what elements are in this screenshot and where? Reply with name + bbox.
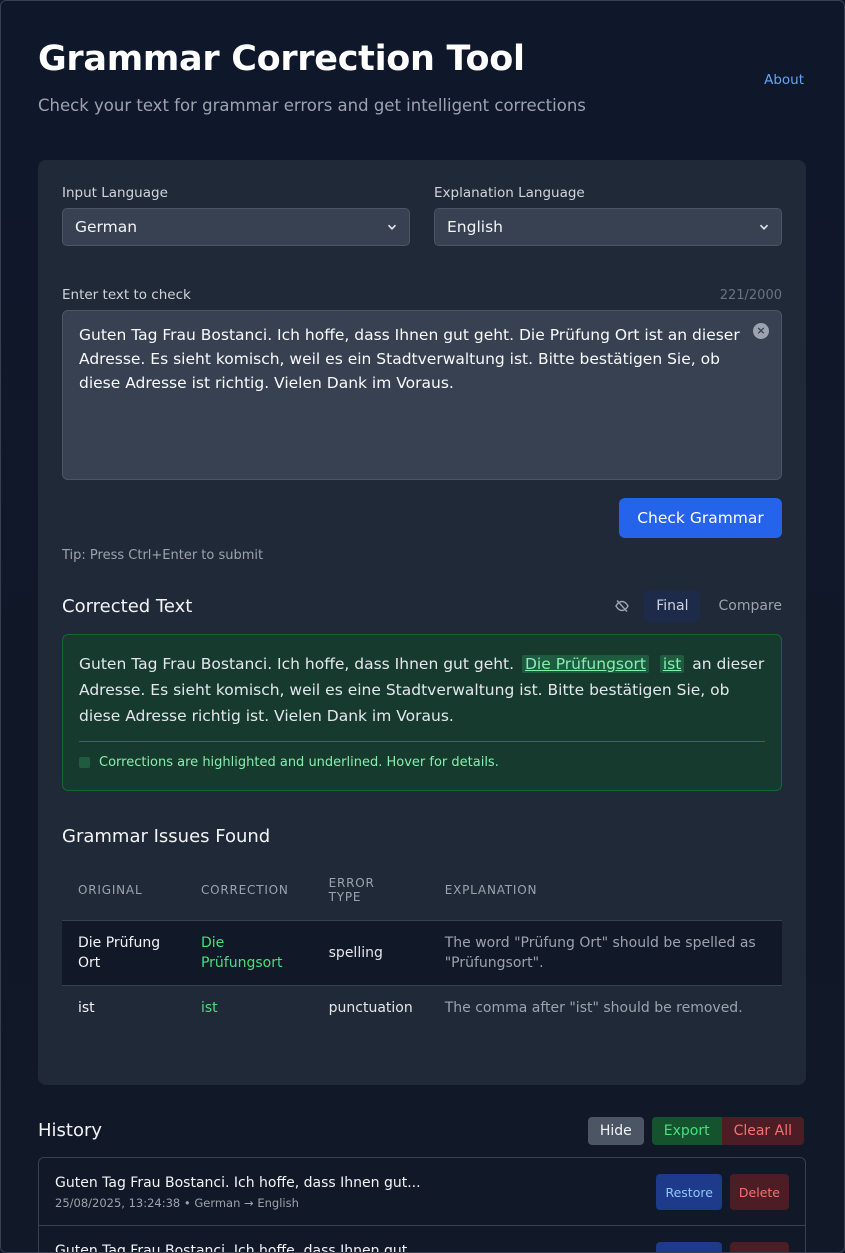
issues-title: Grammar Issues Found	[62, 826, 271, 847]
view-controls: Final Compare	[606, 590, 794, 622]
clear-all-button[interactable]: Clear All	[721, 1117, 804, 1145]
page-title: Grammar Correction Tool	[38, 39, 525, 79]
corrected-segment: Guten Tag Frau Bostanci. Ich hoffe, dass…	[79, 655, 515, 673]
cell-correction: Die Prüfungsort	[184, 919, 313, 985]
about-link[interactable]: About	[764, 72, 804, 88]
cell-original: ist	[62, 984, 185, 1030]
table-header-row: ORIGINAL CORRECTION ERROR TYPE EXPLANATIO…	[62, 860, 782, 920]
text-input-label: Enter text to check	[62, 287, 191, 303]
legend-swatch	[79, 757, 90, 768]
highlight-note: Corrections are highlighted and underlin…	[99, 755, 499, 770]
history-title: History	[38, 1120, 103, 1141]
history-item-meta: 25/08/2025, 13:24:38 • German → English	[55, 1196, 299, 1210]
corrected-text: Guten Tag Frau Bostanci. Ich hoffe, dass…	[79, 651, 765, 729]
grammar-card: Input Language German Explanation Langua…	[38, 160, 806, 1085]
column-header-correction: CORRECTION	[200, 882, 289, 897]
divider	[79, 741, 765, 742]
chevron-down-icon	[387, 224, 397, 230]
input-language-value: German	[75, 218, 138, 236]
history-item[interactable]: Guten Tag Frau Bostanci. Ich hoffe, dass…	[39, 1226, 805, 1253]
highlight-legend: Corrections are highlighted and underlin…	[79, 755, 499, 770]
cell-correction: ist	[184, 984, 313, 1030]
input-language-label: Input Language	[62, 185, 168, 201]
correction-highlight[interactable]: ist	[659, 655, 685, 673]
history-item-text: Guten Tag Frau Bostanci. Ich hoffe, dass…	[55, 1175, 421, 1191]
delete-button[interactable]: Delete	[729, 1174, 789, 1210]
cell-original: Die Prüfung Ort	[62, 919, 185, 985]
correction-highlight[interactable]: Die Prüfungsort	[522, 655, 649, 673]
page-header: Grammar Correction Tool Check your text …	[38, 39, 804, 115]
column-header-error-type: ERROR TYPE	[328, 875, 375, 904]
history-list: Guten Tag Frau Bostanci. Ich hoffe, dass…	[38, 1157, 806, 1253]
app-window: Grammar Correction Tool Check your text …	[0, 0, 845, 1253]
restore-button[interactable]: Restore	[656, 1242, 722, 1252]
cell-error-type: punctuation	[312, 984, 429, 1030]
text-input-value: Guten Tag Frau Bostanci. Ich hoffe, dass…	[79, 326, 740, 392]
history-item-actions: Restore Delete	[656, 1174, 789, 1210]
tab-compare[interactable]: Compare	[706, 590, 794, 622]
char-count: 221/2000	[719, 288, 782, 303]
corrected-text-title: Corrected Text	[62, 596, 193, 617]
issues-table: ORIGINAL CORRECTION ERROR TYPE EXPLANATIO…	[62, 860, 782, 1030]
column-header-original: ORIGINAL	[78, 882, 143, 897]
delete-button[interactable]: Delete	[729, 1242, 789, 1252]
cell-explanation: The comma after "ist" should be removed.	[428, 984, 782, 1030]
explanation-language-label: Explanation Language	[434, 185, 585, 201]
export-button[interactable]: Export	[651, 1117, 722, 1145]
chevron-down-icon	[759, 224, 769, 230]
input-language-select[interactable]: German	[62, 208, 410, 246]
cell-error-type: spelling	[312, 919, 429, 985]
column-header-explanation: EXPLANATION	[444, 882, 538, 897]
history-item-actions: Restore Delete	[656, 1242, 789, 1252]
table-row: Die Prüfung Ort Die Prüfungsort spelling…	[62, 919, 782, 985]
history-item-text: Guten Tag Frau Bostanci. Ich hoffe, dass…	[55, 1243, 421, 1253]
toggle-highlights-button[interactable]	[606, 590, 638, 622]
restore-button[interactable]: Restore	[656, 1174, 722, 1210]
text-input[interactable]: Guten Tag Frau Bostanci. Ich hoffe, dass…	[62, 310, 782, 480]
cell-explanation: The word "Prüfung Ort" should be spelled…	[428, 919, 782, 985]
check-grammar-button[interactable]: Check Grammar	[619, 498, 782, 538]
submit-tip: Tip: Press Ctrl+Enter to submit	[62, 548, 264, 563]
history-item[interactable]: Guten Tag Frau Bostanci. Ich hoffe, dass…	[39, 1158, 805, 1226]
page-subtitle: Check your text for grammar errors and g…	[38, 96, 586, 115]
hide-history-button[interactable]: Hide	[587, 1117, 644, 1145]
eye-off-icon	[615, 600, 630, 612]
table-row: ist ist punctuation The comma after "ist…	[62, 984, 782, 1030]
corrected-text-box: Guten Tag Frau Bostanci. Ich hoffe, dass…	[62, 634, 782, 791]
clear-icon[interactable]: ×	[753, 323, 769, 339]
tab-final[interactable]: Final	[644, 590, 701, 622]
explanation-language-value: English	[447, 218, 503, 236]
explanation-language-select[interactable]: English	[434, 208, 782, 246]
history-actions: Hide Export Clear All	[587, 1117, 804, 1145]
